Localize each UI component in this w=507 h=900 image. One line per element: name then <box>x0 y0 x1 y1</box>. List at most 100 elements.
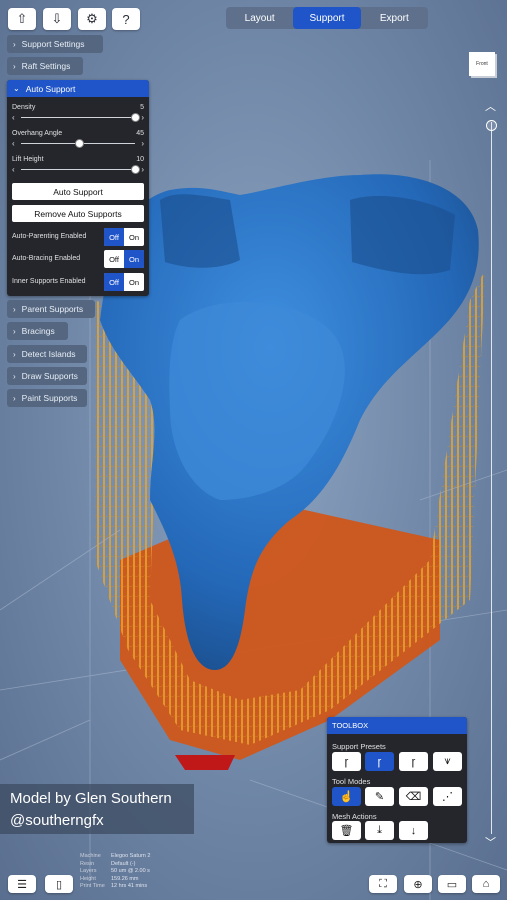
settings-button[interactable]: ⚙ <box>78 8 106 30</box>
tool-modes-label: Tool Modes <box>332 777 371 786</box>
chevron-left-icon[interactable]: ‹ <box>12 139 15 148</box>
toggle-off[interactable]: Off <box>104 273 124 291</box>
support-presets-label: Support Presets <box>332 742 386 751</box>
fullscreen-icon: ⛶ <box>379 877 387 890</box>
panel-label: Detect Islands <box>21 349 76 359</box>
move-down-button[interactable]: ↓ <box>399 821 428 840</box>
chevron-left-icon[interactable]: ‹ <box>12 113 15 122</box>
auto-parenting-toggle[interactable]: Off On <box>104 228 144 246</box>
toggle-on[interactable]: On <box>124 273 144 291</box>
panel-label: Support Settings <box>21 39 85 49</box>
layer-slider-knob[interactable] <box>486 120 497 131</box>
panel-raft-settings[interactable]: › Raft Settings <box>7 57 83 75</box>
slider-knob[interactable] <box>131 165 140 174</box>
info-row: Layers 50 um @ 2.00 s <box>80 868 150 874</box>
chevron-right-icon: › <box>13 371 16 381</box>
download-button[interactable]: ⇩ <box>43 8 71 30</box>
toggle-off[interactable]: Off <box>104 228 124 246</box>
menu-icon: ☰ <box>17 878 27 891</box>
support-light-icon: ɼ <box>344 755 349 768</box>
fullscreen-button[interactable]: ⛶ <box>369 875 397 893</box>
preset-branch-button[interactable]: ⩛ <box>433 752 462 771</box>
panel-label: Draw Supports <box>21 371 78 381</box>
chevron-right-icon[interactable]: › <box>141 165 144 174</box>
toggle-on[interactable]: On <box>124 250 144 268</box>
camera-button[interactable]: ▭ <box>438 875 466 893</box>
panel-paint-supports[interactable]: › Paint Supports <box>7 389 87 407</box>
toolbox-panel: TOOLBOX Support Presets ɼ ɼ ɼ ⩛ Tool Mod… <box>327 717 467 843</box>
slider-track[interactable] <box>21 117 135 118</box>
support-heavy-icon: ɼ <box>411 755 416 768</box>
tab-layout[interactable]: Layout <box>226 7 293 29</box>
select-mode-button[interactable]: ☝ <box>332 787 361 806</box>
erase-mode-button[interactable]: ⌫ <box>399 787 428 806</box>
camera-icon: ▭ <box>446 878 458 891</box>
panel-draw-supports[interactable]: › Draw Supports <box>7 367 87 385</box>
panel-detect-islands[interactable]: › Detect Islands <box>7 345 87 363</box>
remove-auto-supports-button[interactable]: Remove Auto Supports <box>12 205 144 222</box>
lift-height-label: Lift Height <box>12 156 44 163</box>
tab-support[interactable]: Support <box>293 7 361 29</box>
inner-supports-row: Inner Supports Enabled Off On <box>12 273 146 291</box>
view-cube[interactable]: Front <box>469 52 495 76</box>
help-button[interactable]: ? <box>112 8 140 30</box>
device-button[interactable]: ▯ <box>45 875 73 893</box>
overhang-slider[interactable]: Overhang Angle 45 ‹ › <box>12 130 144 148</box>
overhang-value: 45 <box>136 130 144 137</box>
lift-height-value: 10 <box>136 156 144 163</box>
slider-knob[interactable] <box>131 113 140 122</box>
panel-label: Paint Supports <box>21 393 78 403</box>
arrow-down-to-line-icon: ⤓ <box>377 824 382 836</box>
tab-export[interactable]: Export <box>361 7 428 29</box>
slider-knob[interactable] <box>75 139 84 148</box>
toolbox-title: TOOLBOX <box>327 717 467 734</box>
print-info: Machine Elegoo Saturn 2 Resin Default (-) … <box>80 853 150 891</box>
eraser-icon: ⌫ <box>405 791 422 803</box>
density-label: Density <box>12 104 36 111</box>
support-medium-icon: ɼ <box>377 755 382 768</box>
toggle-off[interactable]: Off <box>104 250 124 268</box>
view-cube-label: Front <box>476 61 488 67</box>
download-icon: ⇩ <box>51 11 63 26</box>
chevron-right-icon: › <box>13 304 16 314</box>
inner-supports-toggle[interactable]: Off On <box>104 273 144 291</box>
slider-track[interactable] <box>21 169 135 170</box>
layer-slider-track[interactable] <box>491 122 492 834</box>
toggle-on[interactable]: On <box>124 228 144 246</box>
panel-support-settings[interactable]: › Support Settings <box>7 35 103 53</box>
home-icon: ⌂ <box>482 878 490 890</box>
panel-label: Parent Supports <box>21 304 84 314</box>
chevron-left-icon[interactable]: ‹ <box>12 165 15 174</box>
info-row: Machine Elegoo Saturn 2 <box>80 853 151 859</box>
auto-support-panel: ⌄ Auto Support Density 5 ‹ › Overhang An… <box>7 80 149 296</box>
info-row: Print Time 12 hrs 41 mins <box>80 883 148 889</box>
preset-heavy-button[interactable]: ɼ <box>399 752 428 771</box>
chevron-right-icon[interactable]: › <box>141 139 144 148</box>
drop-to-plate-button[interactable]: ⤓ <box>365 821 394 840</box>
chevron-right-icon: › <box>13 393 16 403</box>
chevron-up-icon[interactable]: ︿ <box>485 98 496 114</box>
auto-support-header[interactable]: ⌄ Auto Support <box>7 80 149 97</box>
chevron-right-icon: › <box>13 326 16 336</box>
panel-bracings[interactable]: › Bracings <box>7 322 68 340</box>
model-credit: Model by Glen Southern @southerngfx <box>0 784 194 834</box>
lift-height-slider[interactable]: Lift Height 10 ‹ › <box>12 156 144 174</box>
menu-button[interactable]: ☰ <box>8 875 36 893</box>
draw-mode-button[interactable]: ✎ <box>365 787 394 806</box>
credit-handle: @southerngfx <box>10 812 104 829</box>
chevron-down-icon[interactable]: ﹀ <box>485 834 496 850</box>
chevron-right-icon[interactable]: › <box>141 113 144 122</box>
home-button[interactable]: ⌂ <box>472 875 500 893</box>
pencil-icon: ✎ <box>374 791 385 803</box>
center-view-button[interactable]: ⊕ <box>404 875 432 893</box>
info-row: Resin Default (-) <box>80 860 136 867</box>
upload-button[interactable]: ⇧ <box>8 8 36 30</box>
preset-medium-button[interactable]: ɼ <box>365 752 394 771</box>
delete-mesh-button[interactable]: 🗑 <box>332 821 361 840</box>
auto-bracing-toggle[interactable]: Off On <box>104 250 144 268</box>
line-mode-button[interactable]: ⋰ <box>433 787 462 806</box>
auto-support-button[interactable]: Auto Support <box>12 183 144 200</box>
preset-light-button[interactable]: ɼ <box>332 752 361 771</box>
density-slider[interactable]: Density 5 ‹ › <box>12 104 144 122</box>
panel-parent-supports[interactable]: › Parent Supports <box>7 300 95 318</box>
